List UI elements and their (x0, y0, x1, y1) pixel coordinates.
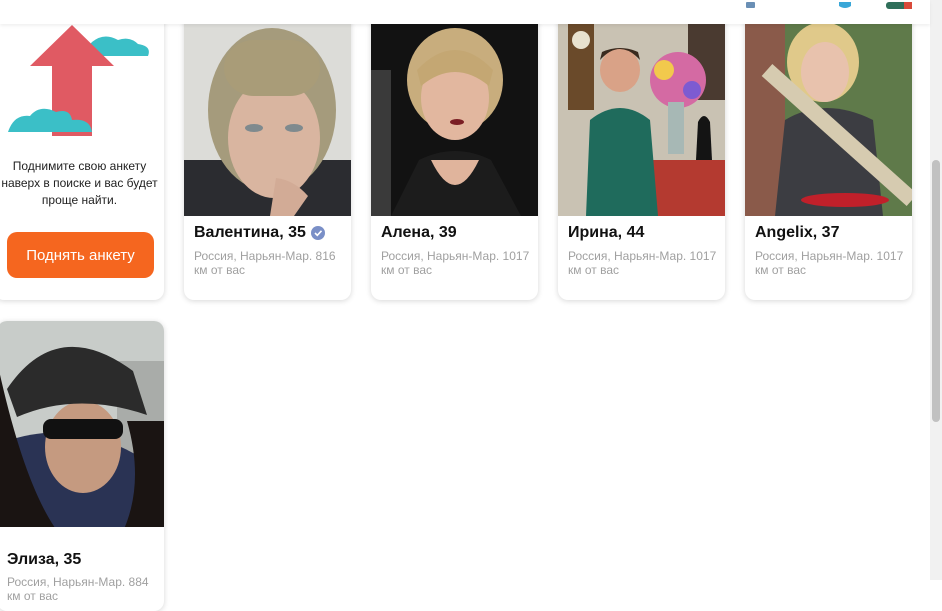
profile-name[interactable]: Элиза, 35 (7, 551, 81, 569)
promo-text: Поднимите свою анкету наверх в поиске и … (1, 159, 158, 207)
profile-name[interactable]: Angelix, 37 (755, 224, 839, 242)
boost-profile-button[interactable]: Поднять анкету (7, 232, 154, 278)
profile-location: Россия, Нарьян-Мар. 884 км от вас (7, 575, 149, 603)
boost-illustration (8, 20, 158, 151)
profile-photo[interactable] (558, 10, 725, 216)
profile-location: Россия, Нарьян-Мар. 816 км от вас (194, 249, 336, 277)
profile-photo[interactable] (0, 321, 164, 527)
profile-card[interactable]: Angelix, 37 Россия, Нарьян-Мар. 1017 км … (745, 10, 912, 300)
profile-photo[interactable] (371, 10, 538, 216)
profile-name-text[interactable]: Валентина, 35 (194, 224, 306, 242)
top-nav-bar (0, 0, 930, 24)
profile-name[interactable]: Ирина, 44 (568, 224, 644, 242)
profile-photo[interactable] (184, 10, 351, 216)
profile-location: Россия, Нарьян-Мар. 1017 км от вас (755, 249, 904, 277)
profile-card[interactable]: Ирина, 44 Россия, Нарьян-Мар. 1017 км от… (558, 10, 725, 300)
page-scrollbar[interactable] (930, 0, 942, 580)
profile-card[interactable]: Алена, 39 Россия, Нарьян-Мар. 1017 км от… (371, 10, 538, 300)
profile-name[interactable]: Алена, 39 (381, 224, 457, 242)
profile-card[interactable]: Валентина, 35 Россия, Нарьян-Мар. 816 км… (184, 10, 351, 300)
profile-card[interactable]: Элиза, 35 Россия, Нарьян-Мар. 884 км от … (0, 321, 164, 611)
profile-location: Россия, Нарьян-Мар. 1017 км от вас (381, 249, 530, 277)
profile-location: Россия, Нарьян-Мар. 1017 км от вас (568, 249, 717, 277)
search-icon[interactable] (745, 0, 757, 15)
messages-icon[interactable] (838, 0, 852, 15)
scrollbar-thumb[interactable] (932, 160, 940, 422)
verified-badge-icon (310, 226, 325, 240)
profile-name[interactable]: Валентина, 35 (194, 224, 325, 242)
profile-photo[interactable] (745, 10, 912, 216)
promo-card: Поднимите свою анкету наверх в поиске и … (0, 10, 164, 300)
avatar[interactable] (886, 0, 912, 15)
